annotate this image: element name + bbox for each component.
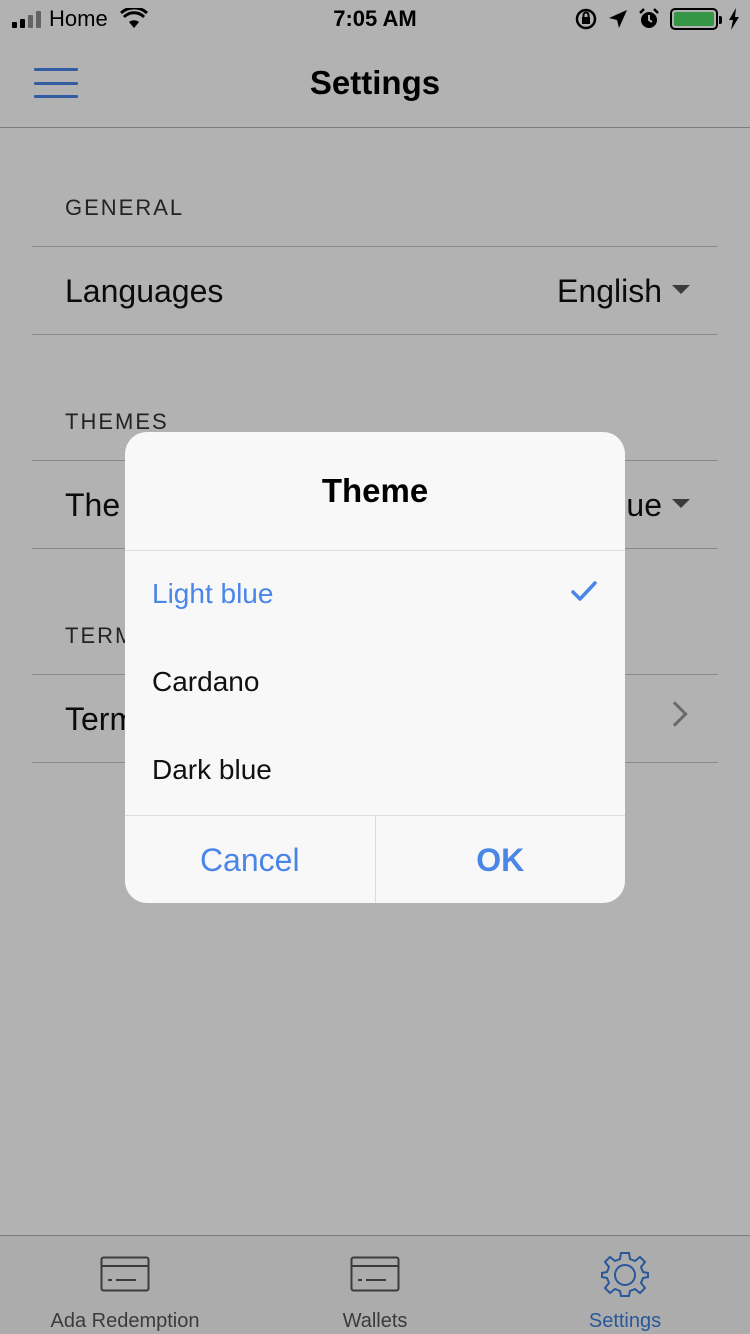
theme-option-light-blue[interactable]: Light blue: [125, 552, 625, 640]
option-label: Cardano: [152, 666, 260, 697]
checkmark-icon: [571, 581, 597, 601]
option-label: Dark blue: [152, 754, 272, 785]
option-label: Light blue: [152, 578, 274, 609]
dialog-title: Theme: [321, 472, 429, 509]
theme-dialog: Theme Light blue Cardano Dark blue Cance…: [125, 432, 625, 903]
cancel-button[interactable]: Cancel: [125, 816, 376, 903]
dialog-button-bar: Cancel OK: [125, 815, 625, 903]
divider: [125, 550, 625, 551]
theme-option-dark-blue[interactable]: Dark blue: [125, 728, 625, 816]
theme-option-cardano[interactable]: Cardano: [125, 640, 625, 728]
ok-button[interactable]: OK: [376, 816, 626, 903]
